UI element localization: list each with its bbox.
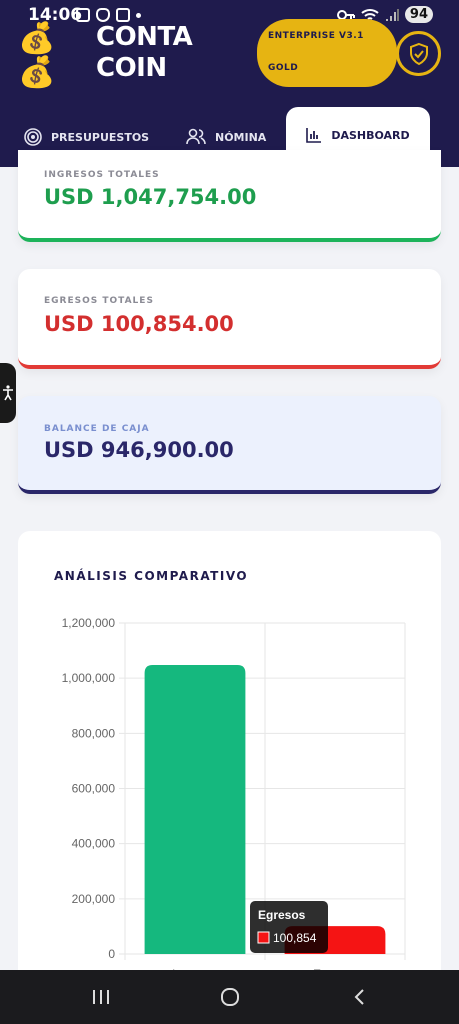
tab-label: NÓMINA (215, 130, 267, 144)
balance-label: BALANCE DE CAJA (44, 424, 150, 434)
y-tick-label: 1,000,000 (62, 671, 116, 685)
tooltip-swatch (257, 931, 270, 944)
comparison-chart-card: ANÁLISIS COMPARATIVO 0 200,000 400,000 600,… (18, 531, 441, 1001)
y-tick-label: 600,000 (72, 782, 116, 796)
notification-icons (76, 8, 141, 22)
back-icon (354, 989, 364, 1005)
shield-status-icon (96, 8, 110, 22)
brand-line-2: COIN (96, 53, 167, 83)
target-icon (24, 128, 42, 146)
home-icon (221, 988, 239, 1006)
battery-indicator: 94 (404, 6, 433, 23)
income-label: INGRESOS TOTALES (44, 170, 160, 180)
expense-card: EGRESOS TOTALES USD 100,854.00 (18, 269, 441, 369)
system-nav-bar (0, 970, 459, 1024)
recent-apps-button[interactable] (71, 970, 131, 1024)
tooltip-title: Egresos (258, 908, 306, 922)
comparison-bar-chart: 0 200,000 400,000 600,000 800,000 1,000,000 1,… (62, 616, 406, 981)
income-amount: USD 1,047,754.00 (44, 185, 257, 209)
money-bag-icon: 💰 (18, 22, 56, 55)
balance-amount: USD 946,900.00 (44, 438, 234, 462)
accessibility-icon (3, 385, 13, 401)
money-bag-icon: 💰 (18, 56, 56, 89)
status-bar: 14:06 94 (0, 0, 459, 30)
tab-label: PRESUPUESTOS (51, 130, 150, 144)
signal-icon (385, 8, 399, 21)
brand-name: CONTA COIN (96, 22, 193, 84)
users-icon (186, 128, 206, 145)
tooltip-value: 100,854 (273, 931, 317, 945)
y-tick-label: 1,200,000 (62, 616, 116, 630)
tab-label: DASHBOARD (331, 128, 410, 142)
y-tick-label: 400,000 (72, 837, 116, 851)
plan-version: ENTERPRISE V3.1 (268, 31, 364, 41)
back-button[interactable] (329, 970, 389, 1024)
expense-amount: USD 100,854.00 (44, 312, 234, 336)
y-tick-label: 0 (108, 947, 115, 961)
shield-check-icon (409, 42, 428, 65)
brand-line-1: CONTA (96, 22, 193, 52)
income-card: INGRESOS TOTALES USD 1,047,754.00 (18, 150, 441, 242)
dot-icon (136, 13, 141, 18)
y-tick-label: 200,000 (72, 892, 116, 906)
recent-apps-icon (93, 990, 109, 1004)
money-bag-logo: 💰 💰 (18, 22, 55, 90)
bar-ingresos (144, 664, 246, 954)
plan-tier: GOLD (268, 63, 299, 73)
y-tick-label: 800,000 (72, 726, 116, 740)
bar-chart-icon (306, 128, 322, 143)
screenshot-icon (76, 8, 90, 22)
expense-label: EGRESOS TOTALES (44, 296, 154, 306)
security-button[interactable] (396, 31, 441, 76)
accessibility-button[interactable] (0, 363, 16, 423)
home-button[interactable] (200, 970, 260, 1024)
plan-badge[interactable]: ENTERPRISE V3.1 GOLD (257, 19, 397, 87)
balance-card: BALANCE DE CAJA USD 946,900.00 (18, 396, 441, 494)
sim-icon (116, 8, 130, 22)
app-header: 14:06 94 💰 💰 CONTA COIN ENTERPRISE V3.1 … (0, 0, 459, 167)
